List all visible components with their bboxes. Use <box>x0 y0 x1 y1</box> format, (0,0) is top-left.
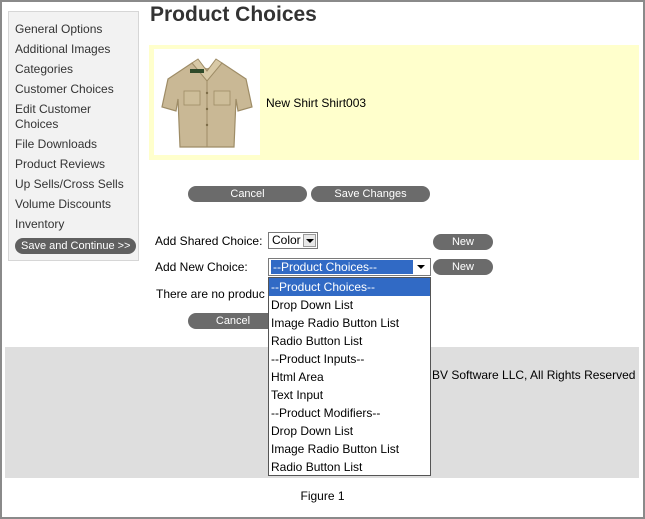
sidebar: General Options Additional Images Catego… <box>8 11 139 261</box>
new-choice-button[interactable]: New <box>433 259 493 275</box>
shirt-icon <box>161 58 253 148</box>
dropdown-option[interactable]: --Product Modifiers-- <box>269 404 430 422</box>
product-image <box>154 49 260 155</box>
product-panel: New Shirt Shirt003 <box>149 45 639 160</box>
save-changes-button[interactable]: Save Changes <box>311 186 430 202</box>
product-name: New Shirt Shirt003 <box>266 96 367 110</box>
sidebar-item-general-options[interactable]: General Options <box>15 22 138 37</box>
no-products-message: There are no produc <box>156 287 265 301</box>
shared-choice-value: Color <box>272 233 301 247</box>
sidebar-item-product-reviews[interactable]: Product Reviews <box>15 157 138 172</box>
cancel-button-bottom[interactable]: Cancel <box>188 313 278 329</box>
sidebar-item-customer-choices[interactable]: Customer Choices <box>15 82 138 97</box>
sidebar-item-volume-discounts[interactable]: Volume Discounts <box>15 197 138 212</box>
sidebar-item-file-downloads[interactable]: File Downloads <box>15 137 138 152</box>
new-shared-choice-button[interactable]: New <box>433 234 493 250</box>
dropdown-option[interactable]: Image Radio Button List <box>269 440 430 458</box>
save-and-continue-button[interactable]: Save and Continue >> <box>15 238 137 254</box>
add-new-choice-label: Add New Choice: <box>155 260 248 274</box>
dropdown-option[interactable]: Text Input <box>269 386 430 404</box>
dropdown-option[interactable]: --Product Choices-- <box>269 278 430 296</box>
dropdown-option[interactable]: Drop Down List <box>269 422 430 440</box>
figure-caption: Figure 1 <box>300 489 345 503</box>
dropdown-option[interactable]: Html Area <box>269 368 430 386</box>
dropdown-option[interactable]: --Product Inputs-- <box>269 350 430 368</box>
sidebar-item-up-sells-cross-sells[interactable]: Up Sells/Cross Sells <box>15 177 138 192</box>
add-shared-choice-label: Add Shared Choice: <box>155 234 263 248</box>
copyright-text: BV Software LLC, All Rights Reserved <box>432 368 636 382</box>
sidebar-item-additional-images[interactable]: Additional Images <box>15 42 138 57</box>
chevron-down-icon[interactable] <box>415 261 428 273</box>
sidebar-item-categories[interactable]: Categories <box>15 62 138 77</box>
dropdown-option[interactable]: Image Radio Button List <box>269 314 430 332</box>
shared-choice-select[interactable]: Color <box>268 232 318 249</box>
new-choice-value: --Product Choices-- <box>271 260 413 274</box>
dropdown-option[interactable]: Radio Button List <box>269 332 430 350</box>
dropdown-option[interactable]: Radio Button List <box>269 458 430 476</box>
page-title: Product Choices <box>150 3 317 26</box>
chevron-down-icon[interactable] <box>303 234 316 247</box>
dropdown-option[interactable]: Drop Down List <box>269 296 430 314</box>
choice-type-dropdown-list[interactable]: --Product Choices-- Drop Down List Image… <box>268 277 431 476</box>
sidebar-item-edit-customer-choices[interactable]: Edit Customer Choices <box>15 102 105 132</box>
new-choice-select[interactable]: --Product Choices-- <box>268 258 431 276</box>
sidebar-item-inventory[interactable]: Inventory <box>15 217 138 232</box>
cancel-button-top[interactable]: Cancel <box>188 186 307 202</box>
